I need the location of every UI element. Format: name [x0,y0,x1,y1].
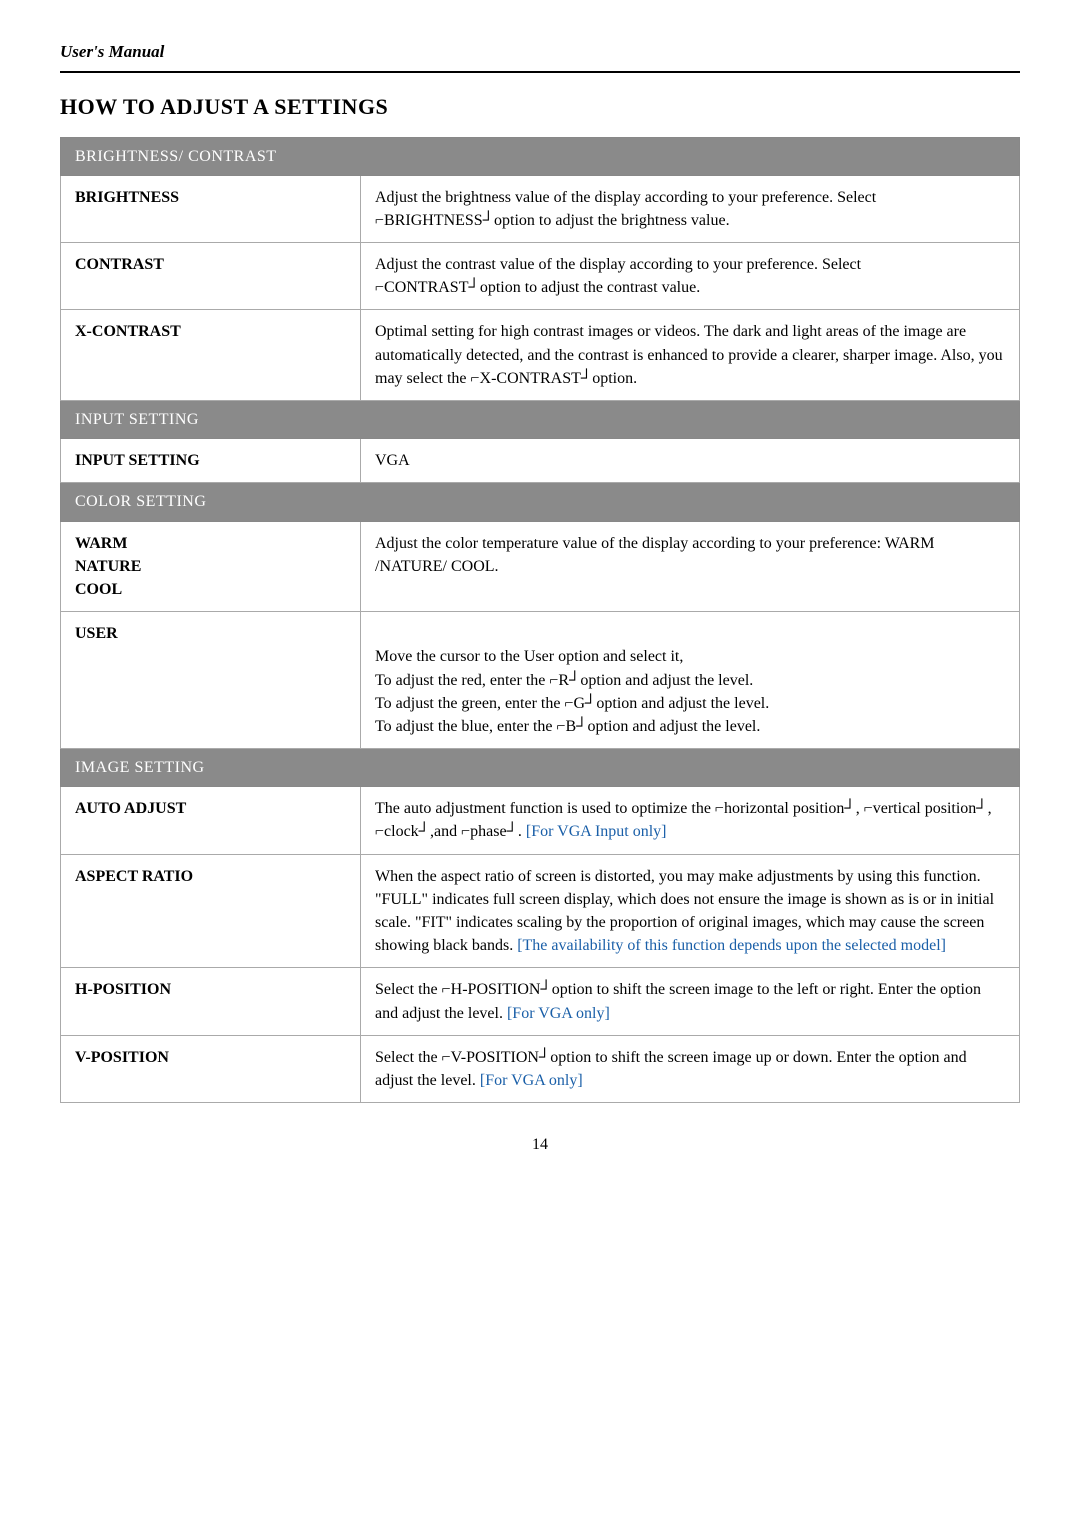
table-row: WARM NATURE COOL Adjust the color temper… [61,521,1020,612]
page-number: 14 [60,1133,1020,1156]
xcontrast-desc: Optimal setting for high contrast images… [361,310,1020,401]
brightness-desc: Adjust the brightness value of the displ… [361,175,1020,242]
table-row: ASPECT RATIO When the aspect ratio of sc… [61,854,1020,968]
section-header-cell: BRIGHTNESS/ CONTRAST [61,137,1020,175]
section-color-setting: COLOR SETTING [61,483,1020,521]
warm-nature-cool-desc: Adjust the color temperature value of th… [361,521,1020,612]
manual-label: User's Manual [60,42,164,61]
table-row: X-CONTRAST Optimal setting for high cont… [61,310,1020,401]
table-row: USER Move the cursor to the User option … [61,612,1020,749]
table-row: INPUT SETTING VGA [61,439,1020,483]
section-input-setting: INPUT SETTING [61,401,1020,439]
table-row: CONTRAST Adjust the contrast value of th… [61,243,1020,310]
v-position-label: V-POSITION [61,1035,361,1102]
warm-nature-cool-label: WARM NATURE COOL [61,521,361,612]
table-row: AUTO ADJUST The auto adjustment function… [61,787,1020,854]
input-setting-label: INPUT SETTING [61,439,361,483]
auto-adjust-desc: The auto adjustment function is used to … [361,787,1020,854]
h-position-desc: Select the ⌐H-POSITION┘option to shift t… [361,968,1020,1035]
table-row: H-POSITION Select the ⌐H-POSITION┘option… [61,968,1020,1035]
contrast-desc: Adjust the contrast value of the display… [361,243,1020,310]
user-label: USER [61,612,361,749]
contrast-label: CONTRAST [61,243,361,310]
table-row: V-POSITION Select the ⌐V-POSITION┘option… [61,1035,1020,1102]
v-position-desc: Select the ⌐V-POSITION┘option to shift t… [361,1035,1020,1102]
table-row: BRIGHTNESS Adjust the brightness value o… [61,175,1020,242]
h-position-label: H-POSITION [61,968,361,1035]
page-title: HOW TO ADJUST A SETTINGS [60,91,1020,123]
brightness-label: BRIGHTNESS [61,175,361,242]
user-desc: Move the cursor to the User option and s… [361,612,1020,749]
section-header-cell: INPUT SETTING [61,401,1020,439]
settings-table: BRIGHTNESS/ CONTRAST BRIGHTNESS Adjust t… [60,137,1020,1104]
section-image-setting: IMAGE SETTING [61,749,1020,787]
page-header: User's Manual [60,40,1020,73]
input-setting-desc: VGA [361,439,1020,483]
section-header-cell: IMAGE SETTING [61,749,1020,787]
aspect-ratio-desc: When the aspect ratio of screen is disto… [361,854,1020,968]
section-header-cell: COLOR SETTING [61,483,1020,521]
xcontrast-label: X-CONTRAST [61,310,361,401]
aspect-ratio-label: ASPECT RATIO [61,854,361,968]
auto-adjust-label: AUTO ADJUST [61,787,361,854]
section-brightness-contrast: BRIGHTNESS/ CONTRAST [61,137,1020,175]
